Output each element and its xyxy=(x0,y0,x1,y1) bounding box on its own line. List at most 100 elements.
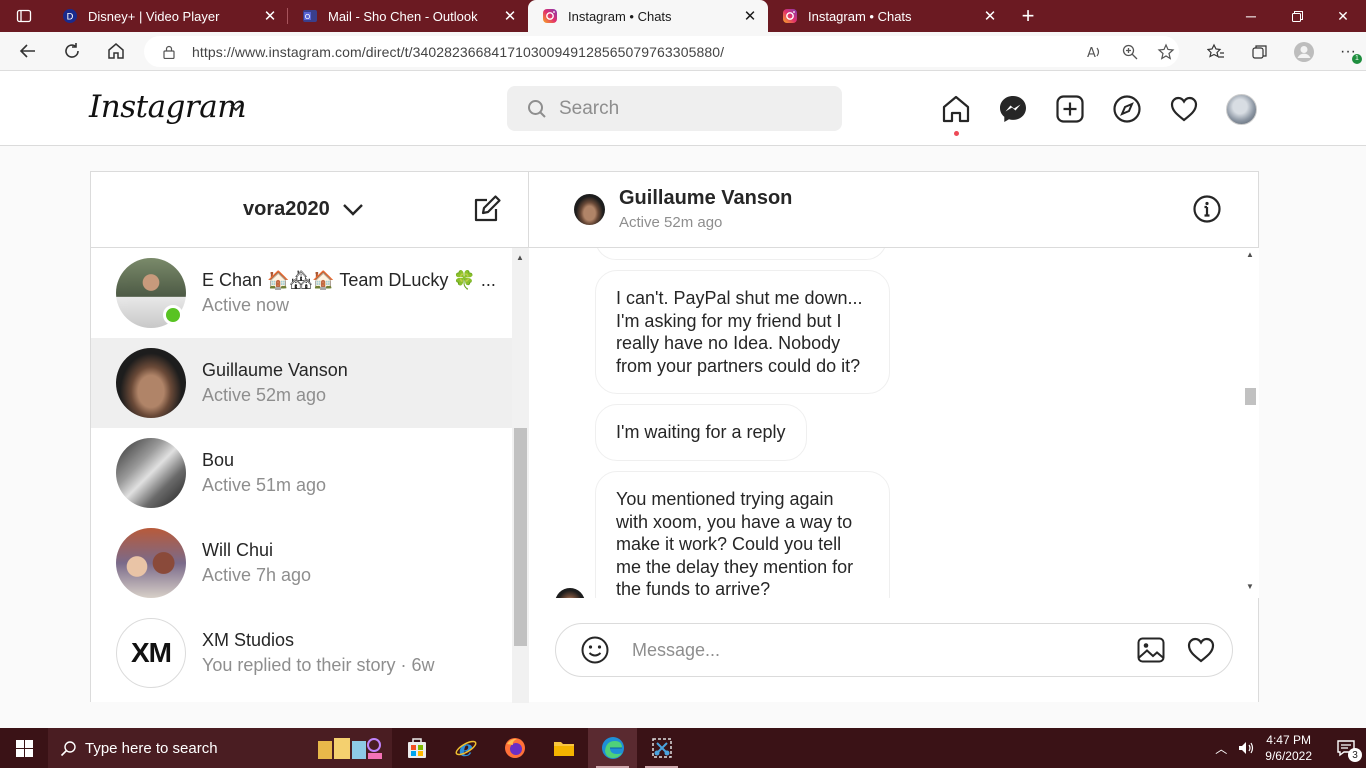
notification-dot xyxy=(954,131,959,136)
thread-name: Bou xyxy=(202,450,235,470)
home-nav-button[interactable] xyxy=(938,91,974,136)
restore-button[interactable] xyxy=(1274,0,1320,32)
thread-status: Active 7h ago xyxy=(202,565,312,585)
outlook-icon: O xyxy=(303,10,317,22)
svg-text:D: D xyxy=(67,13,74,23)
avatar[interactable] xyxy=(574,194,605,225)
close-tab-icon[interactable]: ✕ xyxy=(982,7,998,25)
windows-logo-icon xyxy=(15,739,33,757)
refresh-button[interactable] xyxy=(50,32,94,71)
zoom-button[interactable] xyxy=(1112,34,1148,70)
thread-item-xm-studios[interactable]: XM XM Studios You replied to their story… xyxy=(91,608,512,698)
instagram-logo[interactable]: Instagram xyxy=(89,89,247,125)
compass-icon xyxy=(1113,95,1141,123)
volume-icon[interactable] xyxy=(1237,739,1255,757)
heart-icon xyxy=(1170,96,1198,122)
refresh-icon xyxy=(65,43,79,58)
thread-status: Active 52m ago xyxy=(202,385,327,405)
clock[interactable]: 4:47 PM 9/6/2022 xyxy=(1265,732,1312,764)
clock-date: 9/6/2022 xyxy=(1265,749,1312,763)
tab-outlook[interactable]: O Mail - Sho Chen - Outlook ✕ xyxy=(288,0,528,32)
home-button[interactable] xyxy=(94,32,138,71)
close-tab-icon[interactable]: ✕ xyxy=(502,7,518,25)
avatar: XM xyxy=(116,618,186,688)
internet-explorer-icon: e xyxy=(455,736,476,760)
messenger-nav-button[interactable] xyxy=(995,91,1031,127)
back-button[interactable] xyxy=(6,32,50,71)
message-scrollbar[interactable]: ▲ ▼ xyxy=(1242,248,1259,598)
notifications-button[interactable]: 3 xyxy=(1326,728,1366,768)
inbox-header: vora2020 xyxy=(91,172,528,248)
taskbar-search-placeholder: Type here to search xyxy=(85,739,218,757)
minimize-button[interactable]: ─ xyxy=(1228,0,1274,32)
image-icon[interactable] xyxy=(1136,635,1166,665)
compose-icon[interactable] xyxy=(472,194,502,224)
explore-button[interactable] xyxy=(1109,91,1145,127)
close-tab-icon[interactable]: ✕ xyxy=(262,7,278,25)
heart-icon[interactable] xyxy=(1186,635,1216,665)
scroll-down-icon[interactable]: ▼ xyxy=(1246,582,1254,591)
header-nav xyxy=(938,91,1280,136)
online-indicator xyxy=(163,305,183,325)
scrollbar-thumb[interactable] xyxy=(1245,388,1256,405)
info-icon[interactable] xyxy=(1192,194,1222,224)
taskbar-search[interactable]: Type here to search xyxy=(48,728,392,768)
thread-item-will-chui[interactable]: Will Chui Active 7h ago xyxy=(91,518,512,608)
notification-count-badge: 3 xyxy=(1348,748,1362,762)
scroll-up-icon[interactable]: ▲ xyxy=(516,253,524,262)
windows-taskbar: Type here to search e ︿ 4:47 PM 9/6/2022… xyxy=(0,728,1366,768)
tab-actions-button[interactable] xyxy=(0,0,48,32)
thread-name: E Chan 🏠🏘🏠 Team DLucky 🍀 ... xyxy=(202,270,496,290)
collections-button[interactable] xyxy=(1242,34,1278,70)
taskbar-store[interactable] xyxy=(392,728,441,768)
chevron-down-icon[interactable] xyxy=(228,99,244,115)
emoji-icon[interactable] xyxy=(580,635,610,665)
read-aloud-button[interactable]: A xyxy=(1076,34,1112,70)
thread-list: E Chan 🏠🏘🏠 Team DLucky 🍀 ... Active now … xyxy=(91,248,512,703)
conversation-header: Guillaume Vanson Active 52m ago xyxy=(529,172,1259,248)
taskbar-snipping-tool[interactable] xyxy=(637,728,686,768)
instagram-icon xyxy=(783,9,797,23)
account-switcher[interactable]: vora2020 xyxy=(243,198,364,221)
star-add-icon xyxy=(1157,43,1175,60)
add-favorite-button[interactable] xyxy=(1148,34,1184,70)
new-tab-button[interactable]: + xyxy=(1008,0,1048,32)
settings-more-button[interactable]: ··· 1 xyxy=(1330,34,1366,70)
account-name: vora2020 xyxy=(243,198,330,220)
message-input[interactable] xyxy=(632,639,1112,661)
taskbar-firefox[interactable] xyxy=(490,728,539,768)
taskbar-file-explorer[interactable] xyxy=(539,728,588,768)
collections-icon xyxy=(1252,44,1267,59)
url-field[interactable]: https://www.instagram.com/direct/t/34028… xyxy=(144,36,1179,67)
new-post-button[interactable] xyxy=(1052,91,1088,127)
store-icon xyxy=(407,738,426,758)
search-input[interactable] xyxy=(559,97,819,120)
close-window-button[interactable]: ✕ xyxy=(1320,0,1366,32)
tab-instagram[interactable]: Instagram • Chats ✕ xyxy=(768,0,1008,32)
start-button[interactable] xyxy=(0,728,48,768)
folder-icon xyxy=(553,742,574,756)
tab-title: Mail - Sho Chen - Outlook xyxy=(328,8,478,24)
scroll-up-icon[interactable]: ▲ xyxy=(1246,250,1254,259)
lock-icon xyxy=(163,45,175,59)
chevron-up-icon[interactable]: ︿ xyxy=(1215,740,1227,757)
tab-disney[interactable]: D Disney+ | Video Player ✕ xyxy=(48,0,288,32)
thread-name: Will Chui xyxy=(202,540,274,560)
tab-instagram-active[interactable]: Instagram • Chats ✕ xyxy=(528,0,768,32)
conversation-active-status: Active 52m ago xyxy=(619,214,723,231)
taskbar-edge[interactable] xyxy=(588,728,637,768)
thread-item-guillaume-vanson[interactable]: Guillaume Vanson Active 52m ago xyxy=(91,338,512,428)
profile-button[interactable] xyxy=(1286,34,1322,70)
search-box[interactable] xyxy=(507,86,842,131)
taskbar-internet-explorer[interactable]: e xyxy=(441,728,490,768)
close-tab-icon[interactable]: ✕ xyxy=(742,7,758,25)
thread-item-e-chan[interactable]: E Chan 🏠🏘🏠 Team DLucky 🍀 ... Active now xyxy=(91,248,512,338)
conversation-name[interactable]: Guillaume Vanson xyxy=(619,187,792,210)
tab-title: Instagram • Chats xyxy=(808,8,912,24)
thread-list-scrollbar[interactable]: ▲ xyxy=(512,248,529,703)
profile-menu-button[interactable] xyxy=(1223,91,1259,127)
thread-item-bou[interactable]: Bou Active 51m ago xyxy=(91,428,512,518)
scrollbar-thumb[interactable] xyxy=(514,428,527,646)
activity-button[interactable] xyxy=(1166,91,1202,127)
favorites-button[interactable] xyxy=(1198,34,1234,70)
